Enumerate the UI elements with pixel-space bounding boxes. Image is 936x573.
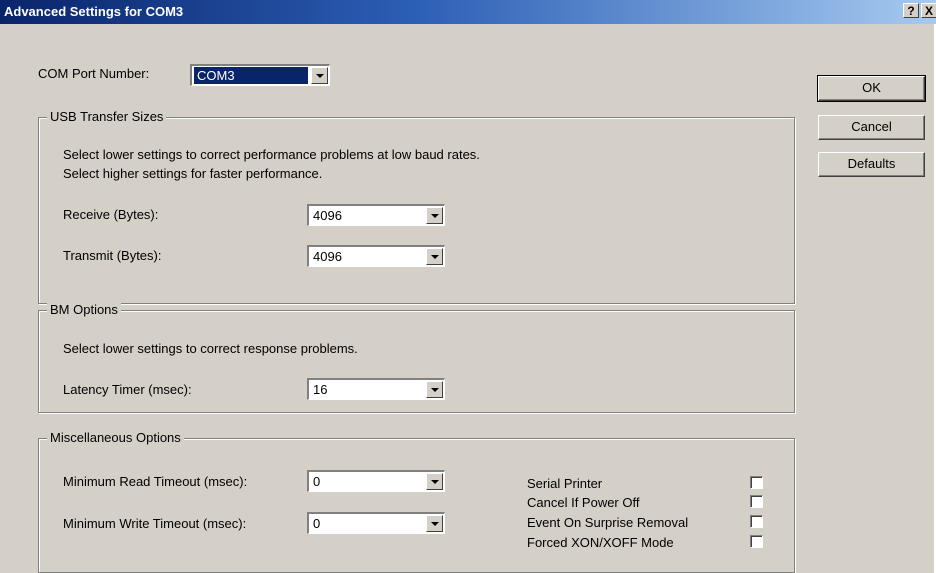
surprise-removal-checkbox[interactable] — [750, 515, 763, 528]
min-read-select[interactable]: 0 — [307, 470, 445, 492]
transmit-select[interactable]: 4096 — [307, 245, 445, 267]
receive-label: Receive (Bytes): — [63, 207, 159, 222]
usb-transfer-legend: USB Transfer Sizes — [47, 109, 167, 124]
cancel-power-off-checkbox[interactable] — [750, 495, 763, 508]
misc-options-group: Miscellaneous Options — [38, 430, 795, 573]
serial-printer-label: Serial Printer — [527, 476, 603, 491]
chevron-down-icon[interactable] — [426, 473, 443, 490]
latency-label: Latency Timer (msec): — [63, 382, 192, 397]
chevron-down-icon[interactable] — [426, 248, 443, 265]
com-port-select[interactable]: COM3 — [190, 64, 330, 86]
usb-desc-line2: Select higher settings for faster perfor… — [63, 166, 323, 181]
ok-button[interactable]: OK — [817, 75, 926, 102]
latency-select[interactable]: 16 — [307, 378, 445, 400]
cancel-button[interactable]: Cancel — [818, 115, 925, 140]
xon-xoff-checkbox[interactable] — [750, 535, 763, 548]
window-title: Advanced Settings for COM3 — [4, 4, 184, 19]
surprise-removal-label: Event On Surprise Removal — [527, 515, 689, 530]
close-button[interactable]: X — [921, 3, 936, 18]
usb-desc-line1: Select lower settings to correct perform… — [63, 147, 480, 162]
title-bar[interactable]: Advanced Settings for COM3 ? X — [0, 0, 936, 24]
misc-options-legend: Miscellaneous Options — [47, 430, 184, 445]
min-read-label: Minimum Read Timeout (msec): — [63, 474, 248, 489]
bm-options-legend: BM Options — [47, 302, 121, 317]
defaults-button[interactable]: Defaults — [818, 152, 925, 177]
help-button[interactable]: ? — [903, 3, 919, 18]
min-write-label: Minimum Write Timeout (msec): — [63, 516, 247, 531]
min-read-value: 0 — [313, 474, 321, 489]
chevron-down-icon[interactable] — [426, 515, 443, 532]
dialog-body: COM Port Number: COM3 OK Cancel Defaults… — [0, 24, 936, 573]
latency-value: 16 — [313, 382, 328, 397]
serial-printer-checkbox[interactable] — [750, 476, 763, 489]
bm-desc: Select lower settings to correct respons… — [63, 341, 358, 356]
cancel-power-off-label: Cancel If Power Off — [527, 495, 640, 510]
receive-select[interactable]: 4096 — [307, 204, 445, 226]
chevron-down-icon[interactable] — [311, 67, 328, 84]
xon-xoff-label: Forced XON/XOFF Mode — [527, 535, 674, 550]
chevron-down-icon[interactable] — [426, 381, 443, 398]
chevron-down-icon[interactable] — [426, 207, 443, 224]
min-write-value: 0 — [313, 516, 321, 531]
transmit-label: Transmit (Bytes): — [63, 248, 162, 263]
com-port-label: COM Port Number: — [38, 66, 150, 81]
receive-value: 4096 — [313, 208, 342, 223]
transmit-value: 4096 — [313, 249, 342, 264]
com-port-value: COM3 — [194, 67, 308, 84]
min-write-select[interactable]: 0 — [307, 512, 445, 534]
